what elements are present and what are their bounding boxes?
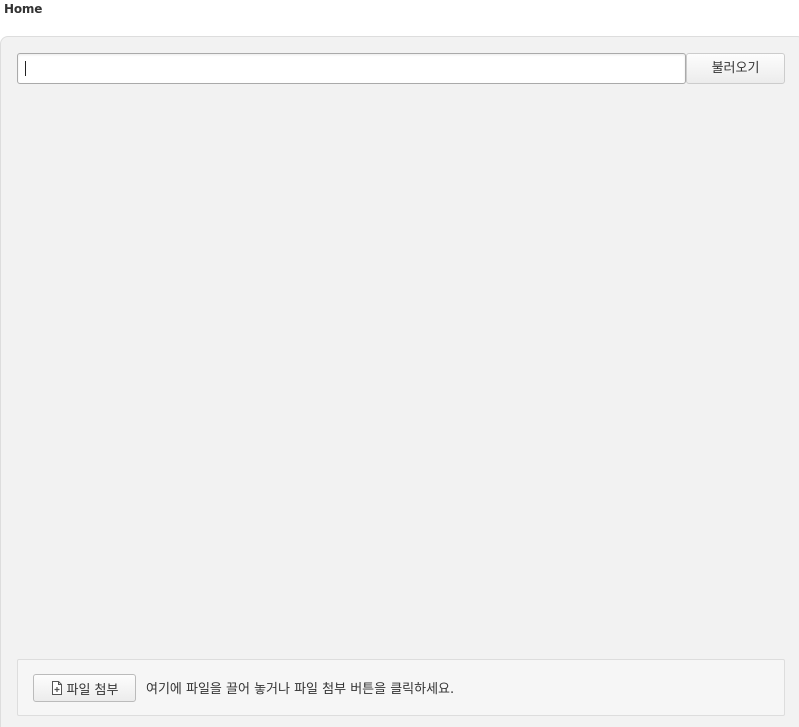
- attach-file-label: 파일 첨부: [66, 682, 119, 698]
- main-panel: [0, 36, 799, 727]
- url-input[interactable]: [17, 53, 686, 84]
- file-dropzone[interactable]: 파일 첨부 여기에 파일을 끌어 놓거나 파일 첨부 버튼을 클릭하세요.: [17, 659, 785, 716]
- breadcrumb[interactable]: Home: [4, 2, 42, 16]
- load-button[interactable]: 불러오기: [686, 53, 785, 84]
- file-add-icon: [51, 681, 63, 695]
- text-caret: [25, 61, 26, 76]
- attach-file-button[interactable]: 파일 첨부: [33, 674, 136, 702]
- page: Home 불러오기 파일 첨부 여기에 파일을 끌어 놓거나 파일 첨부 버튼을…: [0, 0, 799, 727]
- dropzone-hint: 여기에 파일을 끌어 놓거나 파일 첨부 버튼을 클릭하세요.: [146, 682, 455, 697]
